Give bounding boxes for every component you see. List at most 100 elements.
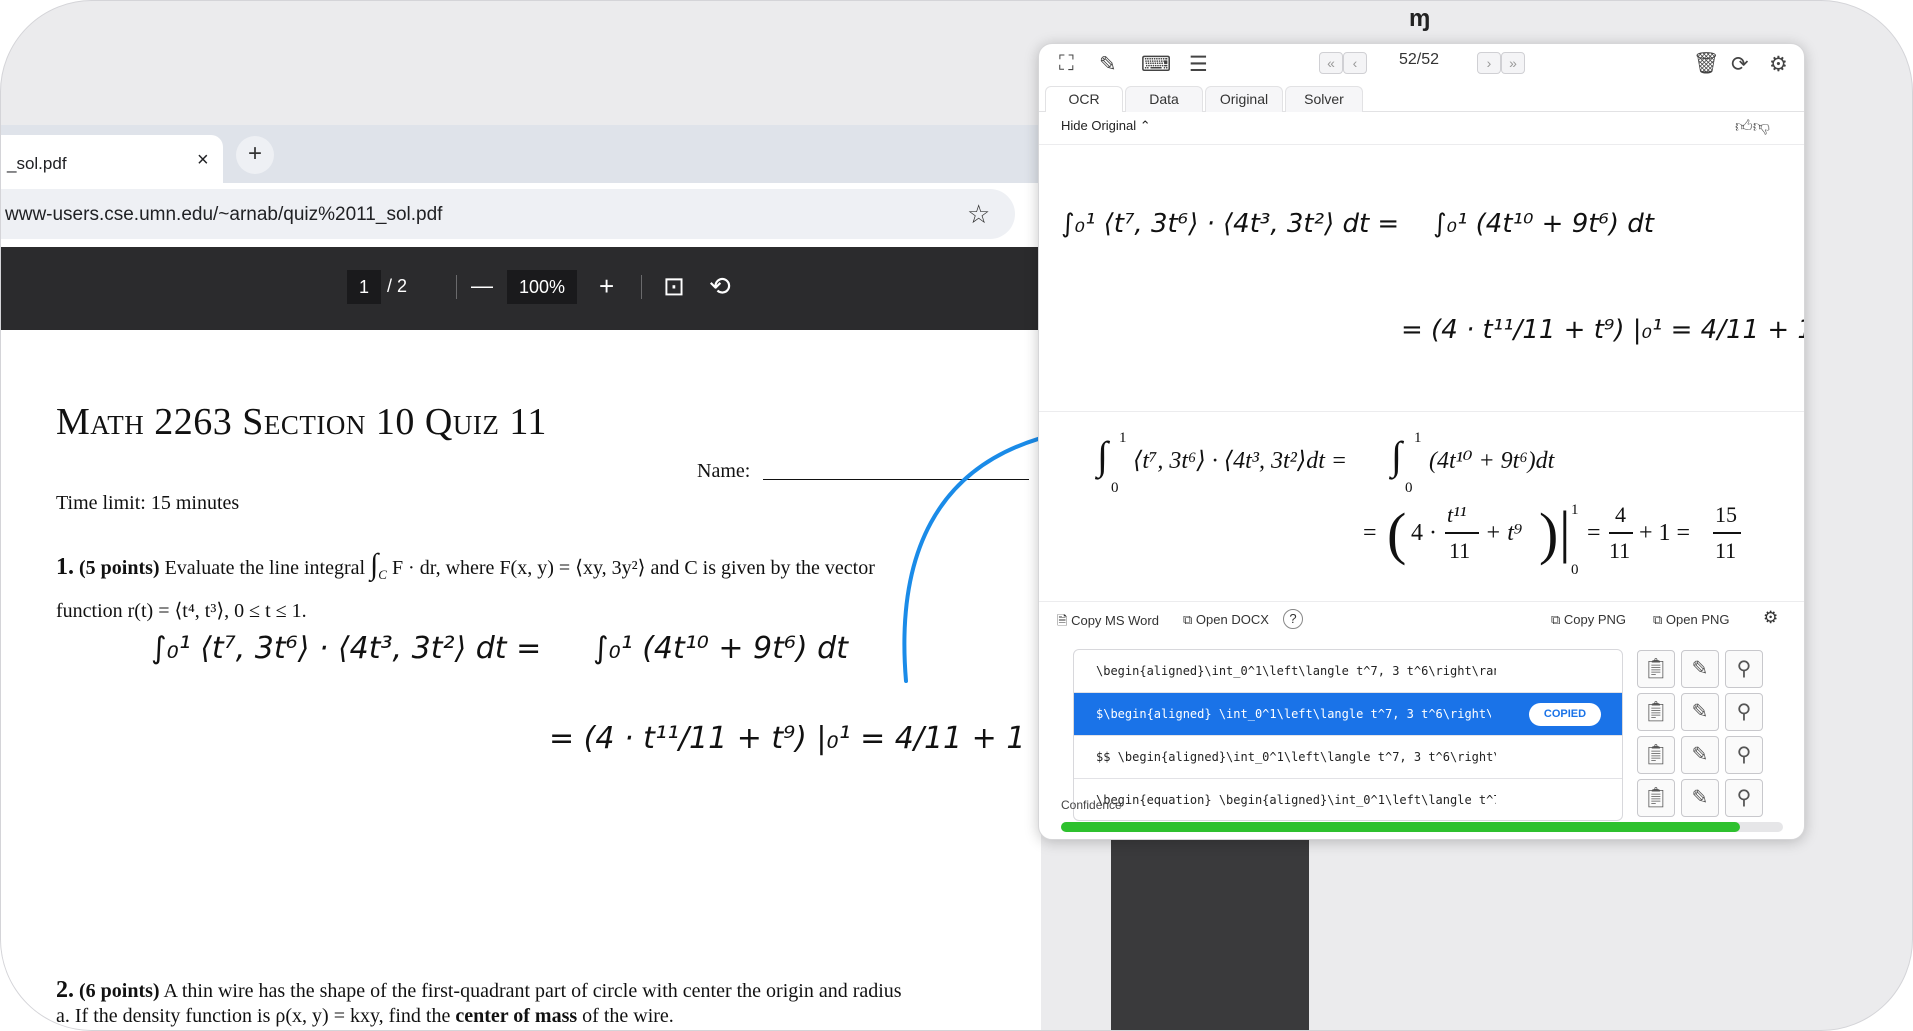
fraction-numerator: t¹¹: [1447, 502, 1467, 527]
clipboard-icon[interactable]: 📋︎: [1637, 650, 1675, 688]
sliders-icon[interactable]: ⚙: [1763, 608, 1778, 628]
question-text: A thin wire has the shape of the first-q…: [163, 980, 902, 1002]
tab-ocr[interactable]: OCR: [1045, 86, 1123, 112]
list-item[interactable]: $\begin{aligned} \int_0^1\left\langle t^…: [1074, 693, 1622, 736]
edit-icon[interactable]: ✎: [1681, 779, 1719, 817]
ocr-popup-window: ⛶ ✎ ⌨ ☰ « ‹ 52/52 › » 🗑︎ ⟳ ⚙ OCR Data Or…: [1038, 43, 1805, 840]
fraction-bar: [1609, 532, 1633, 534]
fraction-denominator: 11: [1449, 538, 1471, 563]
settings-gear-icon[interactable]: ⚙: [1769, 52, 1788, 77]
help-icon[interactable]: ?: [1283, 609, 1303, 629]
pdf-toolbar: 1 / 2 — 100% + ⊡ ⟲: [1, 247, 1041, 330]
last-page-button[interactable]: »: [1501, 52, 1525, 74]
handwritten-line: ∫₀¹ (4t¹⁰ + 9t⁶) dt: [1433, 209, 1654, 239]
zoom-in-button[interactable]: +: [599, 268, 614, 304]
open-png-button[interactable]: ⧉ Open PNG: [1653, 612, 1730, 628]
question-text: F · dr, where F(x, y) = ⟨xy, 3y²⟩ and C …: [391, 557, 875, 579]
confidence-fill: [1061, 822, 1740, 832]
export-actions: 🗎︎ Copy MS Word ⧉ Open DOCX ? ⧉ Copy PNG…: [1039, 602, 1804, 636]
clipboard-icon[interactable]: 📋︎: [1637, 736, 1675, 774]
copy-png-button[interactable]: ⧉ Copy PNG: [1551, 612, 1626, 628]
tab-data[interactable]: Data: [1125, 86, 1203, 112]
hide-original-toggle[interactable]: Hide Original ⌃: [1061, 118, 1151, 134]
trash-icon[interactable]: 🗑︎: [1693, 52, 1720, 76]
math-paren: ): [1539, 501, 1559, 566]
background-window: [1111, 839, 1309, 1030]
handwritten-line: ∫₀¹ ⟨t⁷, 3t⁶⟩ · ⟨4t³, 3t²⟩ dt =: [1061, 209, 1400, 239]
integral-lower-bound: 0: [1405, 480, 1413, 496]
math-expression: ⟨t⁷, 3t⁶⟩ · ⟨4t³, 3t²⟩dt =: [1133, 448, 1348, 474]
next-page-button[interactable]: ›: [1477, 52, 1501, 74]
search-icon[interactable]: ⚲: [1725, 736, 1763, 774]
app-logo-icon[interactable]: ɱ: [1409, 5, 1430, 33]
rotate-icon[interactable]: ⟲: [709, 268, 731, 304]
tab-original[interactable]: Original: [1205, 86, 1283, 112]
bookmark-star-icon[interactable]: ☆: [967, 199, 990, 230]
math-operator: =: [1587, 520, 1601, 546]
time-limit: Time limit: 15 minutes: [56, 492, 240, 514]
search-icon[interactable]: ⚲: [1725, 650, 1763, 688]
previous-page-button[interactable]: ‹: [1343, 52, 1367, 74]
copy-ms-word-button[interactable]: 🗎︎ Copy MS Word: [1057, 612, 1159, 634]
screenshot-icon[interactable]: ⛶: [1059, 52, 1074, 76]
page-number-input[interactable]: 1: [347, 270, 381, 304]
question-text: of the wire.: [582, 1005, 674, 1027]
clipboard-icon[interactable]: 📋︎: [1637, 779, 1675, 817]
refresh-icon[interactable]: ⟳: [1731, 52, 1749, 77]
feedback-thumbs-icon[interactable]: 👍︎👎︎: [1735, 116, 1770, 137]
search-icon[interactable]: ⚲: [1725, 779, 1763, 817]
evaluation-lower: 0: [1571, 562, 1579, 578]
integral-sign: ∫: [1391, 433, 1402, 478]
evaluation-upper: 1: [1571, 502, 1579, 518]
copied-badge: COPIED: [1529, 703, 1601, 726]
math-expression: + 1 =: [1639, 520, 1691, 546]
tab-solver[interactable]: Solver: [1285, 86, 1363, 112]
question-points: (5 points): [79, 557, 160, 579]
edit-icon[interactable]: ✎: [1681, 693, 1719, 731]
keyboard-icon[interactable]: ⌨: [1141, 52, 1171, 77]
handwritten-line: ∫₀¹ (4t¹⁰ + 9t⁶) dt: [593, 631, 848, 666]
fraction-denominator: 11: [1715, 538, 1737, 563]
edit-icon[interactable]: ✎: [1681, 650, 1719, 688]
new-tab-button[interactable]: +: [236, 136, 274, 174]
latex-code: $$ \begin{aligned}\int_0^1\left\langle t…: [1096, 750, 1496, 764]
search-icon[interactable]: ⚲: [1725, 693, 1763, 731]
fraction-denominator: 11: [1609, 538, 1631, 563]
list-item[interactable]: \begin{equation} \begin{aligned}\int_0^1…: [1074, 779, 1622, 820]
integral-upper-bound: 1: [1414, 430, 1422, 446]
question-points: (6 points): [79, 980, 160, 1002]
first-page-button[interactable]: «: [1319, 52, 1343, 74]
list-item[interactable]: \begin{aligned}\int_0^1\left\langle t^7,…: [1074, 650, 1622, 693]
close-icon[interactable]: ×: [197, 149, 209, 172]
open-docx-label: Open DOCX: [1195, 612, 1269, 627]
fit-page-icon[interactable]: ⊡: [663, 268, 685, 304]
clipboard-icon[interactable]: 📋︎: [1637, 693, 1675, 731]
address-bar[interactable]: www-users.cse.umn.edu/~arnab/quiz%2011_s…: [1, 189, 1015, 239]
zoom-out-button[interactable]: —: [471, 268, 493, 304]
question-1: 1. (5 points) Evaluate the line integral…: [56, 546, 1031, 630]
fraction-bar: [1445, 532, 1479, 534]
question-text: a. If the density function is ρ(x, y) = …: [56, 1005, 451, 1027]
url-text[interactable]: www-users.cse.umn.edu/~arnab/quiz%2011_s…: [5, 204, 442, 226]
page-total: / 2: [387, 276, 408, 296]
tab-title: _sol.pdf: [7, 154, 67, 173]
fraction-numerator: 4: [1615, 502, 1626, 527]
open-docx-button[interactable]: ⧉ Open DOCX: [1183, 612, 1269, 628]
popup-tabs: OCR Data Original Solver: [1039, 82, 1804, 112]
latex-code: \begin{aligned}\int_0^1\left\langle t^7,…: [1096, 664, 1496, 678]
name-label: Name:: [697, 460, 751, 482]
latex-output-list: \begin{aligned}\int_0^1\left\langle t^7,…: [1073, 649, 1623, 821]
handwritten-line: ∫₀¹ ⟨t⁷, 3t⁶⟩ · ⟨4t³, 3t²⟩ dt =: [151, 631, 542, 666]
menu-icon[interactable]: ☰: [1189, 52, 1208, 77]
math-operator: =: [1363, 520, 1377, 546]
browser-tab[interactable]: _sol.pdf ×: [1, 135, 223, 183]
list-item[interactable]: $$ \begin{aligned}\int_0^1\left\langle t…: [1074, 736, 1622, 779]
zoom-level-input[interactable]: 100%: [507, 270, 577, 304]
fraction-numerator: 15: [1715, 502, 1737, 527]
word-icon: 🗎︎: [1057, 613, 1072, 628]
edit-icon[interactable]: ✎: [1681, 736, 1719, 774]
question-text: function r(t) = ⟨t⁴, t³⟩, 0 ≤ t ≤ 1.: [56, 600, 307, 622]
question-number: 2.: [56, 977, 74, 1003]
draw-icon[interactable]: ✎: [1099, 52, 1117, 77]
math-expression: + t⁹: [1485, 520, 1523, 546]
